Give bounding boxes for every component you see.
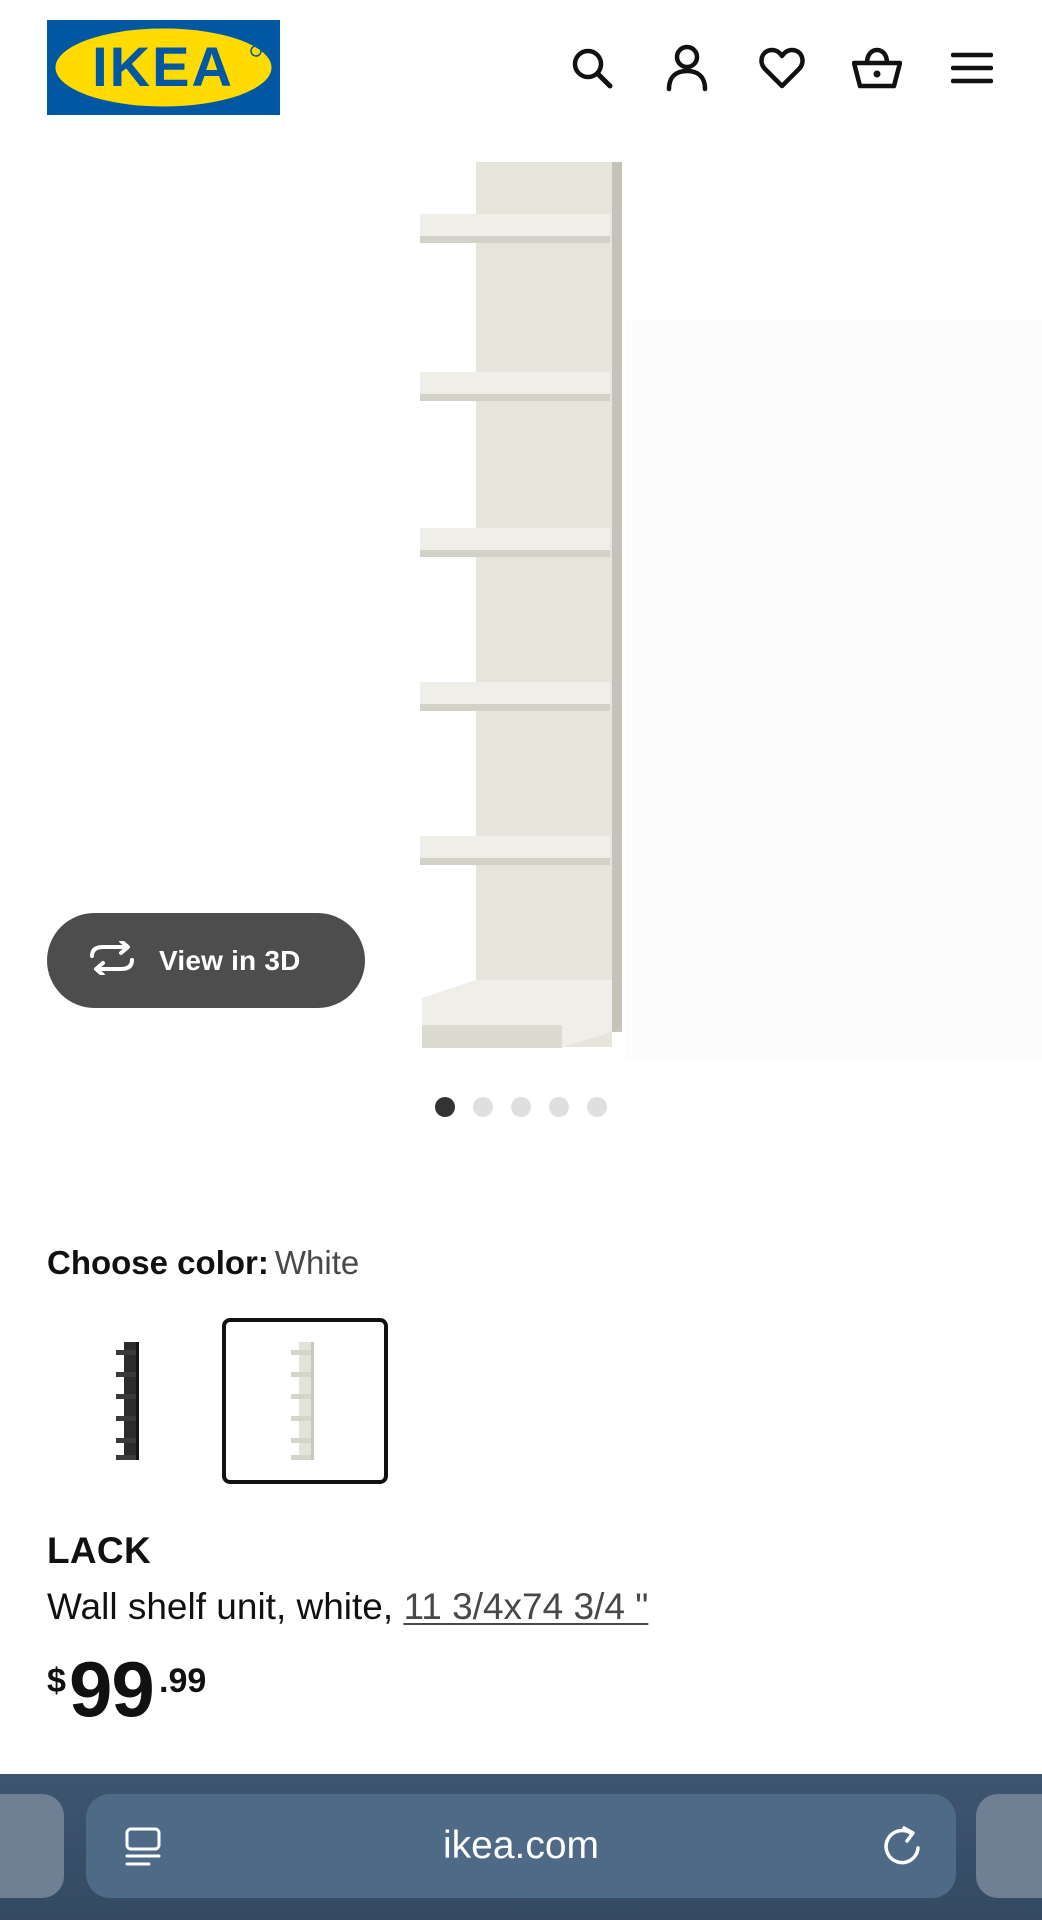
product-name: LACK	[47, 1530, 151, 1571]
choose-color-heading: Choose color: White	[47, 1244, 359, 1282]
gallery-dot[interactable]	[435, 1097, 455, 1117]
gallery-dot[interactable]	[473, 1097, 493, 1117]
ikea-logo[interactable]: IKEA	[47, 20, 280, 115]
gallery-dot[interactable]	[549, 1097, 569, 1117]
choose-color-label: Choose color:	[47, 1244, 269, 1281]
url-text: ikea.com	[442, 1824, 600, 1867]
account-icon[interactable]	[659, 40, 715, 96]
color-option-white[interactable]	[222, 1318, 388, 1484]
color-option-black-brown[interactable]	[47, 1318, 213, 1484]
address-bar[interactable]: ikea.com	[86, 1794, 956, 1898]
menu-icon[interactable]	[944, 40, 1000, 96]
ikea-logo-text: IKEA	[92, 35, 234, 98]
search-icon[interactable]	[564, 40, 620, 96]
price-decimal: .99	[159, 1662, 207, 1700]
product-description: Wall shelf unit, white, 11 3/4x74 3/4 "	[47, 1586, 648, 1628]
gallery-pagination	[0, 1097, 1042, 1117]
price-integer: 99	[69, 1645, 155, 1733]
gallery-dot[interactable]	[511, 1097, 531, 1117]
next-tab[interactable]	[976, 1794, 1042, 1898]
view-in-3d-button[interactable]: View in 3D	[47, 913, 365, 1008]
price-currency: $	[47, 1662, 66, 1700]
view-in-3d-label: View in 3D	[159, 944, 301, 976]
product-description-text: Wall shelf unit, white,	[47, 1586, 394, 1627]
reader-icon[interactable]	[124, 1826, 164, 1873]
choose-color-value: White	[274, 1244, 360, 1281]
gallery-dot[interactable]	[587, 1097, 607, 1117]
previous-tab[interactable]	[0, 1794, 64, 1898]
product-dimensions-link[interactable]: 11 3/4x74 3/4 "	[403, 1586, 648, 1627]
heart-icon[interactable]	[754, 40, 810, 96]
browser-bottom-bar: ikea.com	[0, 1774, 1042, 1920]
rotate-3d-icon	[87, 939, 137, 980]
site-header: IKEA	[0, 0, 1042, 135]
basket-icon[interactable]	[849, 40, 905, 96]
reload-icon[interactable]	[882, 1824, 924, 1873]
